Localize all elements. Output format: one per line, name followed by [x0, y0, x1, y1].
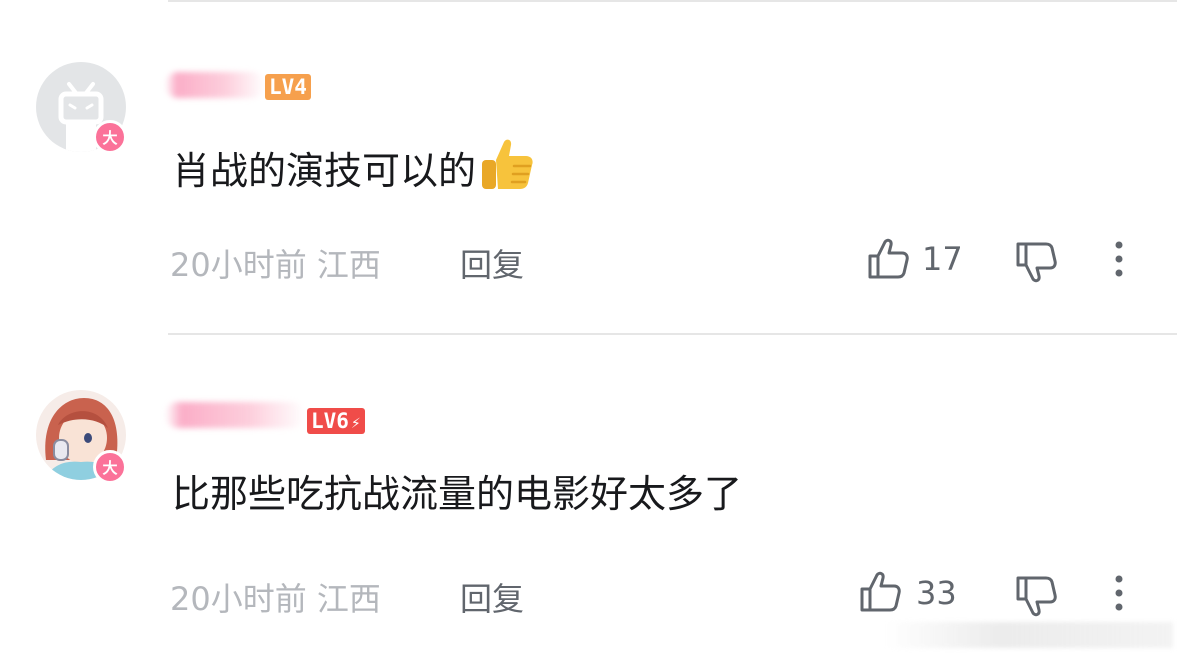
like-icon[interactable] [858, 570, 902, 614]
level-badge: LV6 ⚡ [307, 408, 365, 434]
comment-text-content: 比那些吃抗战流量的电影好太多了 [172, 472, 743, 516]
comment-location: 江西 [316, 580, 381, 618]
reply-button[interactable]: 回复 [460, 574, 524, 620]
level-text: LV6 [311, 409, 349, 433]
more-vertical-icon[interactable] [1113, 574, 1125, 614]
comment-meta: 20小时前 江西 [170, 574, 381, 620]
comment-item: 大 LV6 ⚡ 比那些吃抗战流量的电影好太多了 20小时前 江西 回复 33 [0, 0, 1177, 668]
dislike-icon[interactable] [1014, 574, 1058, 618]
like-count: 33 [916, 574, 957, 612]
watermark [885, 622, 1173, 648]
vip-badge: 大 [93, 450, 127, 484]
comment-time: 20小时前 [170, 580, 307, 618]
comment-text: 比那些吃抗战流量的电影好太多了 [172, 470, 742, 518]
lightning-icon: ⚡ [350, 413, 361, 432]
username-blurred[interactable] [165, 402, 305, 428]
